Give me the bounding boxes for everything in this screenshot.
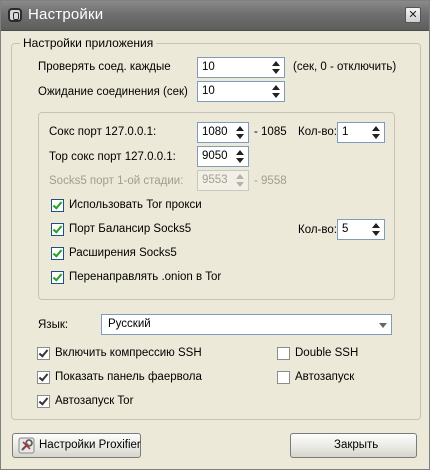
balancer-count-value: 5 <box>342 223 349 235</box>
double-ssh-label[interactable]: Double SSH <box>295 347 358 359</box>
double-ssh-checkbox[interactable] <box>277 347 290 360</box>
socks-count-label: Кол-во: <box>298 126 337 138</box>
socks-port-spinner[interactable]: 1080 <box>197 122 249 143</box>
check-interval-spinner[interactable]: 10 <box>197 57 285 78</box>
autostart-label[interactable]: Автозапуск <box>295 371 354 383</box>
socks-port-value: 1080 <box>202 126 228 138</box>
stage1-port-spinner: 9553 <box>197 170 249 191</box>
socks5-ext-label[interactable]: Расширения Socks5 <box>69 247 177 259</box>
timeout-value: 10 <box>202 85 215 97</box>
socks-count-value: 1 <box>342 126 349 138</box>
use-tor-checkbox[interactable] <box>51 199 64 212</box>
close-icon[interactable]: ✕ <box>405 7 421 23</box>
timeout-label: Ожидание соединения (сек) <box>38 86 188 98</box>
autostart-tor-checkbox[interactable] <box>37 395 50 408</box>
balancer-label[interactable]: Порт Балансир Socks5 <box>69 223 191 235</box>
socks-port-range-end: - 1085 <box>254 126 287 138</box>
stage1-port-value: 9553 <box>202 174 228 186</box>
language-value: Русский <box>108 318 151 330</box>
tor-port-label: Тор сокс порт 127.0.0.1: <box>49 151 176 163</box>
language-label: Язык: <box>38 319 69 331</box>
spinner-arrows <box>232 171 248 190</box>
autostart-checkbox[interactable] <box>277 371 290 384</box>
group-title: Настройки приложения <box>20 36 157 50</box>
socks-count-spinner[interactable]: 1 <box>337 122 385 143</box>
autostart-tor-label[interactable]: Автозапуск Tor <box>55 395 133 407</box>
app-icon <box>8 8 22 22</box>
spinner-arrows[interactable] <box>232 147 248 166</box>
compress-ssh-label[interactable]: Включить компрессию SSH <box>55 347 202 359</box>
firewall-panel-label[interactable]: Показать панель фаервола <box>55 371 202 383</box>
proxifier-button-label: Настройки Proxifier <box>39 439 141 451</box>
spinner-arrows[interactable] <box>268 58 284 77</box>
proxifier-settings-button[interactable]: Настройки Proxifier <box>12 433 141 458</box>
firewall-panel-checkbox[interactable] <box>37 371 50 384</box>
title-bar[interactable]: Настройки ✕ <box>1 1 429 31</box>
stage1-port-label: Socks5 порт 1-ой стадии: <box>49 175 184 187</box>
socks-port-label: Сокс порт 127.0.0.1: <box>49 126 157 138</box>
check-interval-label: Проверять соед. каждые <box>38 61 171 73</box>
spinner-arrows[interactable] <box>368 220 384 239</box>
language-select[interactable]: Русский <box>101 314 392 335</box>
close-button[interactable]: Закрыть <box>290 433 417 458</box>
stage1-port-range-end: - 9558 <box>254 175 287 187</box>
spinner-arrows[interactable] <box>268 82 284 101</box>
balancer-checkbox[interactable] <box>51 223 64 236</box>
timeout-spinner[interactable]: 10 <box>197 81 285 102</box>
tor-port-value: 9050 <box>202 150 228 162</box>
window-title: Настройки <box>28 6 104 23</box>
tor-port-spinner[interactable]: 9050 <box>197 146 249 167</box>
settings-window: Настройки ✕ Настройки приложения Проверя… <box>0 0 430 470</box>
wrench-icon <box>18 437 35 454</box>
use-tor-label[interactable]: Использовать Tor прокси <box>69 199 202 211</box>
balancer-count-spinner[interactable]: 5 <box>337 219 385 240</box>
spinner-arrows[interactable] <box>232 123 248 142</box>
check-interval-value: 10 <box>202 61 215 73</box>
spinner-arrows[interactable] <box>368 123 384 142</box>
balancer-count-label: Кол-во: <box>298 224 337 236</box>
chevron-down-icon[interactable] <box>379 323 387 328</box>
onion-redirect-checkbox[interactable] <box>51 271 64 284</box>
compress-ssh-checkbox[interactable] <box>37 347 50 360</box>
socks5-ext-checkbox[interactable] <box>51 247 64 260</box>
onion-redirect-label[interactable]: Перенаправлять .onion в Tor <box>69 271 221 283</box>
check-interval-hint: (сек, 0 - отключить) <box>293 61 397 73</box>
close-button-label: Закрыть <box>334 439 379 451</box>
